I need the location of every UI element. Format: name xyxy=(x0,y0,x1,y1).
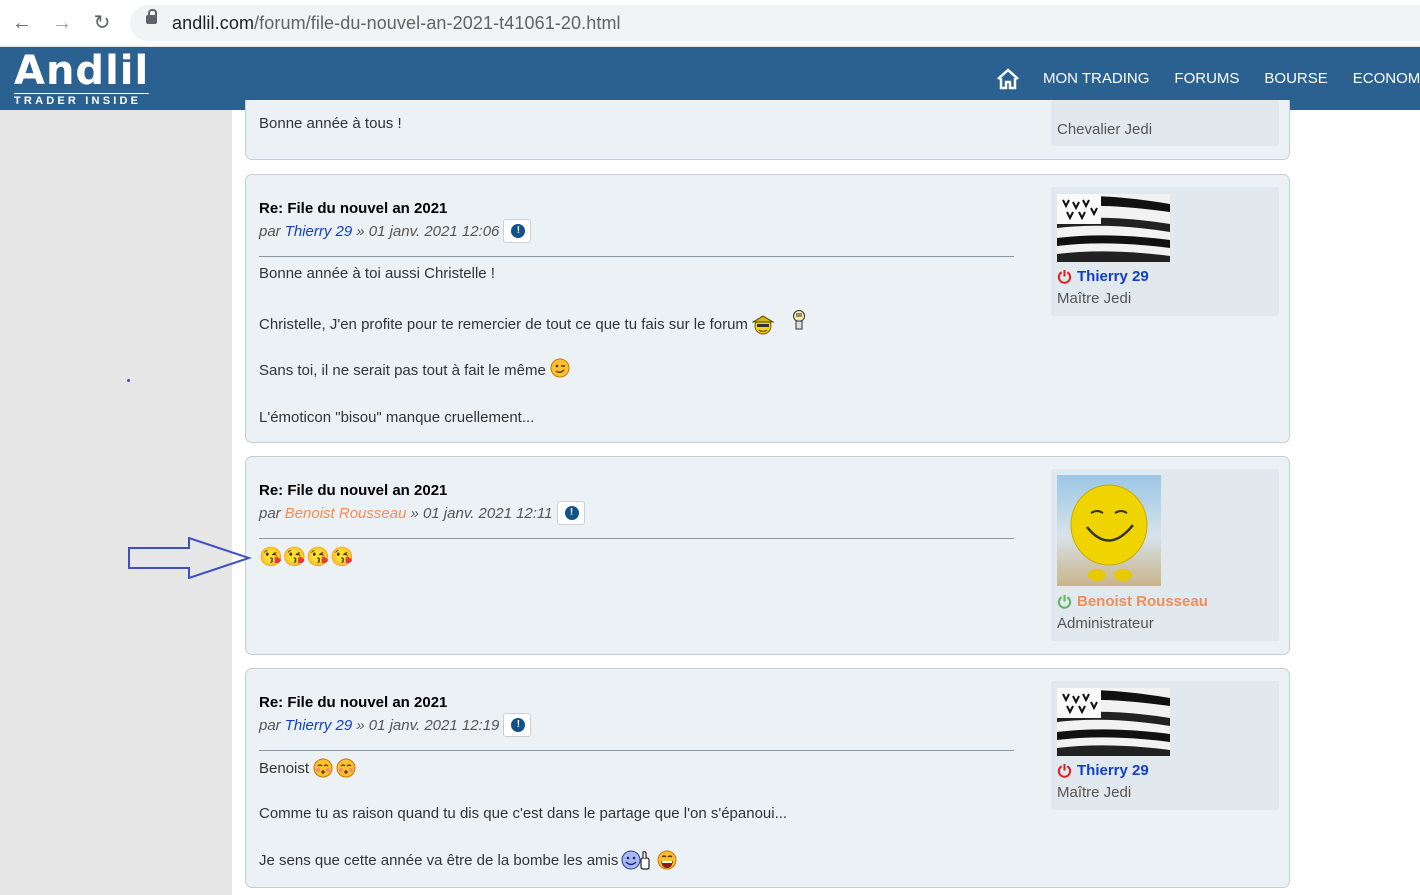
post-profile: Chevalier Jedi xyxy=(1051,100,1279,146)
thumbs-up-emoticon-icon xyxy=(621,850,650,870)
post-divider xyxy=(259,750,1014,751)
menu-forums[interactable]: FORUMS xyxy=(1174,70,1239,87)
back-icon[interactable]: ← xyxy=(9,10,35,36)
post-profile: Thierry 29 Maître Jedi xyxy=(1051,187,1279,316)
post-text: Je sens que cette année va être de la bo… xyxy=(259,851,619,869)
post-text: Christelle, J'en profite pour te remerci… xyxy=(259,315,748,333)
logo-tagline: TRADER INSIDE xyxy=(14,93,150,107)
report-icon[interactable] xyxy=(503,219,532,243)
post-date: » 01 janv. 2021 12:06 xyxy=(356,222,500,240)
laughing-emoticon-icon xyxy=(657,850,677,870)
profile-rank: Chevalier Jedi xyxy=(1057,121,1153,138)
site-logo[interactable]: Andlil TRADER INSIDE xyxy=(14,48,150,107)
post-content-line: 😘😘😘😘 xyxy=(259,545,354,569)
post-content-line: Je sens que cette année va être de la bo… xyxy=(259,849,678,871)
post-card: Re: File du nouvel an 2021 par Thierry 2… xyxy=(245,174,1290,443)
post-title[interactable]: Re: File du nouvel an 2021 xyxy=(259,694,447,711)
kiss-emoji-text: 😘😘😘😘 xyxy=(259,547,354,568)
lock-icon xyxy=(146,9,157,24)
post-meta: par Thierry 29 » 01 janv. 2021 12:06 xyxy=(259,219,532,243)
home-icon[interactable] xyxy=(995,67,1021,91)
profile-rank: Administrateur xyxy=(1057,615,1154,632)
url-domain: andlil.com xyxy=(172,13,255,33)
breton-flag-avatar[interactable] xyxy=(1057,194,1170,262)
profile-name[interactable]: Thierry 29 xyxy=(1057,762,1149,779)
post-divider xyxy=(259,538,1014,539)
post-card: Re: File du nouvel an 2021 par Thierry 2… xyxy=(245,668,1290,888)
post-title[interactable]: Re: File du nouvel an 2021 xyxy=(259,482,447,499)
post-card: Bonne année à tous ! Chevalier Jedi xyxy=(245,100,1290,160)
decorative-dot xyxy=(127,379,130,382)
breton-flag-avatar[interactable] xyxy=(1057,688,1170,756)
offline-power-icon xyxy=(1057,269,1072,284)
post-by: par xyxy=(259,222,281,240)
post-content-line: Benoist xyxy=(259,757,357,779)
browser-toolbar: ← → ↻ andlil.com/forum/file-du-nouvel-an… xyxy=(0,0,1420,47)
post-profile: Thierry 29 Maître Jedi xyxy=(1051,681,1279,810)
post-text: Comme tu as raison quand tu dis que c'es… xyxy=(259,805,788,822)
post-text: Bonne année à toi aussi Christelle ! xyxy=(259,265,495,282)
post-by: par xyxy=(259,504,281,522)
post-text: Sans toi, il ne serait pas tout à fait l… xyxy=(259,361,546,379)
post-content-line: Comme tu as raison quand tu dis que c'es… xyxy=(259,805,787,822)
forward-icon[interactable]: → xyxy=(49,10,75,36)
menu-bourse[interactable]: BOURSE xyxy=(1264,70,1327,87)
profile-rank: Maître Jedi xyxy=(1057,784,1132,801)
profile-name-text: Thierry 29 xyxy=(1077,268,1149,285)
profile-rank: Maître Jedi xyxy=(1057,290,1132,307)
post-meta: par Benoist Rousseau » 01 janv. 2021 12:… xyxy=(259,501,585,525)
reload-icon[interactable]: ↻ xyxy=(89,10,115,36)
post-date: » 01 janv. 2021 12:19 xyxy=(356,716,500,734)
post-content-line: Sans toi, il ne serait pas tout à fait l… xyxy=(259,358,571,379)
cool-hat-emoticon-icon xyxy=(751,315,774,335)
post-author-link[interactable]: Thierry 29 xyxy=(285,717,353,734)
post-date: » 01 janv. 2021 12:11 xyxy=(410,504,553,522)
blushing-emoticon-icon xyxy=(313,758,333,778)
wink-emoticon-icon xyxy=(550,358,570,378)
online-power-icon xyxy=(1057,594,1072,609)
post-content-line: Bonne année à toi aussi Christelle ! xyxy=(259,265,495,282)
report-icon[interactable] xyxy=(556,501,585,525)
profile-name-text: Benoist Rousseau xyxy=(1077,593,1208,610)
offline-power-icon xyxy=(1057,763,1072,778)
smiley-avatar[interactable] xyxy=(1057,475,1161,586)
annotation-arrow-icon xyxy=(128,537,252,579)
url-text[interactable]: andlil.com/forum/file-du-nouvel-an-2021-… xyxy=(172,13,621,34)
left-sidebar xyxy=(0,110,232,895)
post-author-link[interactable]: Thierry 29 xyxy=(285,223,353,240)
post-author-link[interactable]: Benoist Rousseau xyxy=(285,505,407,522)
post-content-line: Christelle, J'en profite pour te remerci… xyxy=(259,310,810,335)
report-icon[interactable] xyxy=(503,713,532,737)
url-path: /forum/file-du-nouvel-an-2021-t41061-20.… xyxy=(254,13,621,33)
menu-economie[interactable]: ECONOM xyxy=(1353,70,1420,87)
logo-text: Andlil xyxy=(14,48,150,94)
post-text: Benoist xyxy=(259,759,310,777)
profile-name[interactable]: Thierry 29 xyxy=(1057,268,1149,285)
post-meta: par Thierry 29 » 01 janv. 2021 12:19 xyxy=(259,713,532,737)
post-text: L'émoticon "bisou" manque cruellement... xyxy=(259,409,535,426)
post-title[interactable]: Re: File du nouvel an 2021 xyxy=(259,200,447,217)
blushing-emoticon-icon xyxy=(336,758,356,778)
menu-mon-trading[interactable]: MON TRADING xyxy=(1043,70,1149,87)
post-content-line: Bonne année à tous ! xyxy=(259,115,402,132)
post-divider xyxy=(259,256,1014,257)
post-card: Re: File du nouvel an 2021 par Benoist R… xyxy=(245,456,1290,655)
clapping-emoticon-icon xyxy=(792,310,805,330)
address-bar[interactable]: andlil.com/forum/file-du-nouvel-an-2021-… xyxy=(130,5,1420,41)
post-by: par xyxy=(259,716,281,734)
post-content-line: L'émoticon "bisou" manque cruellement... xyxy=(259,409,534,426)
profile-name[interactable]: Benoist Rousseau xyxy=(1057,593,1208,610)
profile-name-text: Thierry 29 xyxy=(1077,762,1149,779)
post-profile: Benoist Rousseau Administrateur xyxy=(1051,469,1279,641)
